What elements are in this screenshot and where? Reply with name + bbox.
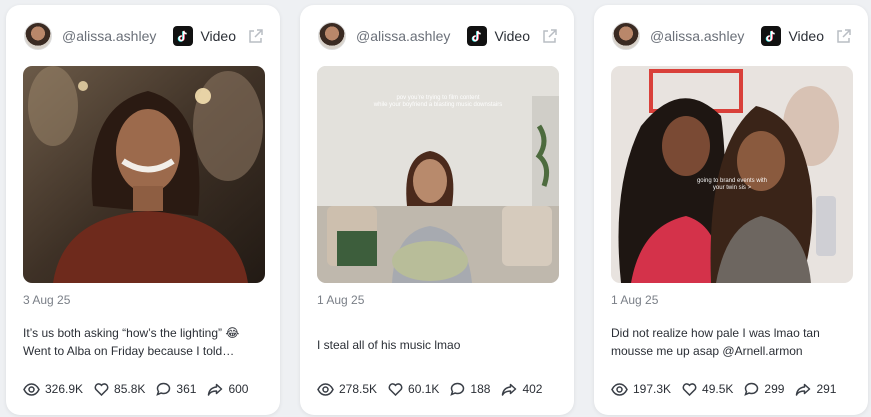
- heart-icon: [94, 382, 109, 396]
- shares-stat: 291: [795, 382, 836, 396]
- heart-icon: [388, 382, 403, 396]
- tiktok-icon: [467, 26, 488, 46]
- caption-line: Did not realize how pale I was lmao tan: [611, 326, 820, 340]
- overlay-line: going to brand events with: [696, 178, 768, 184]
- thumbnail-image: [611, 66, 853, 283]
- creator-handle[interactable]: @alissa.ashley: [650, 28, 744, 44]
- post-caption: It’s us both asking “how’s the lighting”…: [23, 324, 268, 360]
- overlay-line: while your boyfriend a blasting music do…: [373, 102, 503, 108]
- likes-count: 85.8K: [114, 382, 146, 396]
- share-icon: [502, 383, 517, 396]
- likes-stat: 60.1K: [388, 382, 439, 396]
- views-stat: 197.3K: [611, 382, 671, 396]
- overlay-line: your twin sis >: [712, 185, 752, 191]
- video-thumbnail[interactable]: pov you’re trying to film content while …: [317, 66, 559, 283]
- views-stat: 326.9K: [23, 382, 83, 396]
- tiktok-icon: [173, 26, 194, 46]
- caption-line: I steal all of his music lmao: [317, 338, 461, 352]
- post-header: @alissa.ashley Video: [318, 21, 558, 51]
- shares-count: 600: [228, 382, 249, 396]
- post-date: 3 Aug 25: [23, 293, 71, 307]
- comments-stat: 299: [744, 382, 784, 396]
- post-caption: Did not realize how pale I was lmao tan …: [611, 324, 856, 360]
- video-thumbnail[interactable]: going to brand events with your twin sis…: [611, 66, 853, 283]
- tiktok-icon: [761, 26, 782, 46]
- external-link-icon[interactable]: [834, 27, 852, 45]
- share-icon: [208, 383, 223, 396]
- views-count: 197.3K: [633, 382, 672, 396]
- views-count: 326.9K: [45, 382, 84, 396]
- post-header: @alissa.ashley Video: [24, 21, 264, 51]
- views-count: 278.5K: [339, 382, 378, 396]
- caption-line: Went to Alba on Friday because I told…: [23, 344, 235, 358]
- thumbnail-text-overlay: pov you’re trying to film content while …: [317, 95, 559, 109]
- content-type-label: Video: [200, 28, 236, 44]
- avatar[interactable]: [24, 22, 52, 50]
- comments-stat: 361: [156, 382, 196, 396]
- avatar[interactable]: [318, 22, 346, 50]
- comment-icon: [156, 382, 171, 396]
- comments-stat: 188: [450, 382, 490, 396]
- post-date: 1 Aug 25: [317, 293, 365, 307]
- comments-count: 299: [764, 382, 785, 396]
- post-card[interactable]: @alissa.ashley Video 3 Aug 25 It’s us bo…: [6, 5, 280, 415]
- engagement-stats: 197.3K 49.5K 299 291: [611, 380, 858, 398]
- post-card[interactable]: @alissa.ashley Video going to brand even…: [594, 5, 868, 415]
- comment-icon: [450, 382, 465, 396]
- likes-count: 49.5K: [702, 382, 734, 396]
- shares-stat: 402: [501, 382, 542, 396]
- comments-count: 188: [470, 382, 491, 396]
- content-type-label: Video: [494, 28, 530, 44]
- post-caption: I steal all of his music lmao: [317, 336, 562, 354]
- external-link-icon[interactable]: [540, 27, 558, 45]
- shares-count: 291: [816, 382, 837, 396]
- shares-count: 402: [522, 382, 543, 396]
- engagement-stats: 326.9K 85.8K 361 600: [23, 380, 270, 398]
- likes-stat: 85.8K: [94, 382, 145, 396]
- comments-count: 361: [176, 382, 197, 396]
- eye-icon: [611, 382, 628, 396]
- avatar[interactable]: [612, 22, 640, 50]
- engagement-stats: 278.5K 60.1K 188 402: [317, 380, 564, 398]
- eye-icon: [23, 382, 40, 396]
- eye-icon: [317, 382, 334, 396]
- caption-line: mousse me up asap @Arnell.armon: [611, 344, 803, 358]
- shares-stat: 600: [207, 382, 248, 396]
- post-header: @alissa.ashley Video: [612, 21, 852, 51]
- post-card[interactable]: @alissa.ashley Video pov you’re trying t…: [300, 5, 574, 415]
- post-date: 1 Aug 25: [611, 293, 659, 307]
- creator-handle[interactable]: @alissa.ashley: [62, 28, 156, 44]
- content-type-label: Video: [788, 28, 824, 44]
- video-thumbnail[interactable]: [23, 66, 265, 283]
- comment-icon: [744, 382, 759, 396]
- overlay-line: pov you’re trying to film content: [396, 95, 480, 101]
- caption-line: It’s us both asking “how’s the lighting”…: [23, 326, 240, 340]
- share-icon: [796, 383, 811, 396]
- thumbnail-image: [23, 66, 265, 283]
- views-stat: 278.5K: [317, 382, 377, 396]
- likes-count: 60.1K: [408, 382, 440, 396]
- heart-icon: [682, 382, 697, 396]
- thumbnail-text-overlay: going to brand events with your twin sis…: [611, 178, 853, 192]
- likes-stat: 49.5K: [682, 382, 733, 396]
- external-link-icon[interactable]: [246, 27, 264, 45]
- creator-handle[interactable]: @alissa.ashley: [356, 28, 450, 44]
